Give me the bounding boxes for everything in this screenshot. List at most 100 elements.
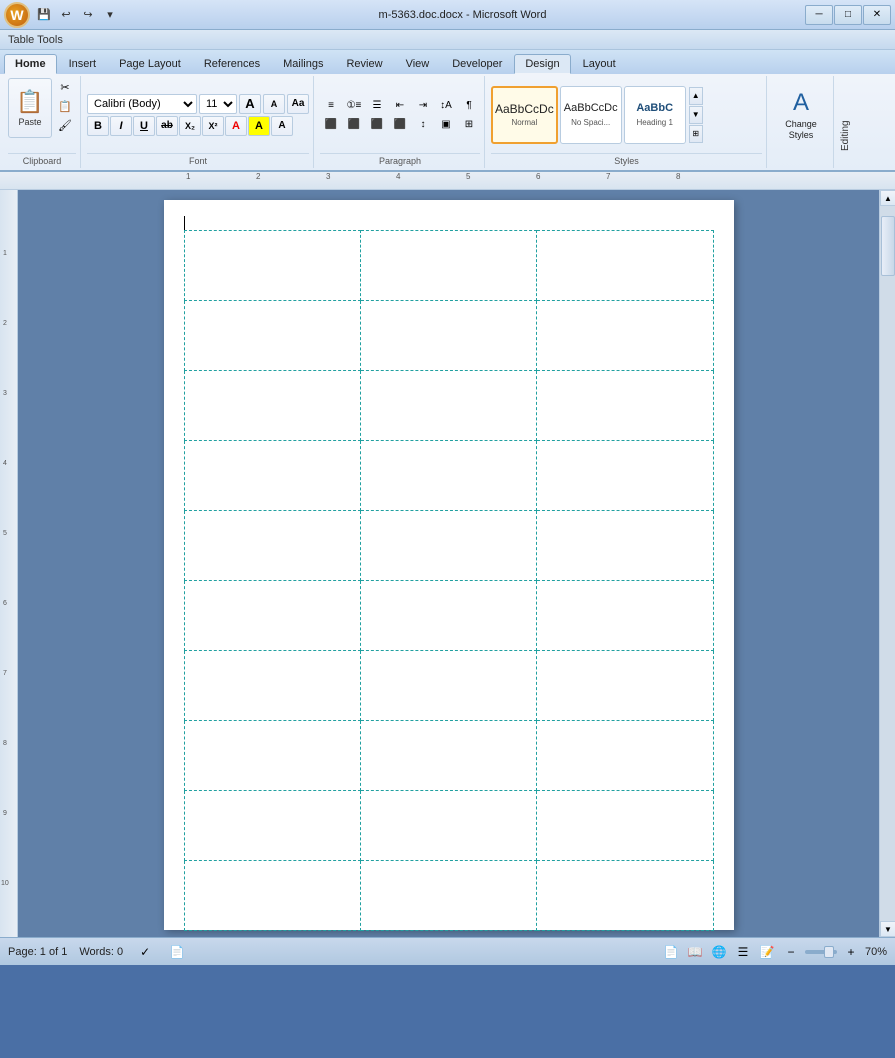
grow-font-btn[interactable]: A [239,94,261,114]
tab-page-layout[interactable]: Page Layout [108,54,192,74]
table-cell-r4c2[interactable] [360,441,536,511]
minimize-btn[interactable]: ─ [805,5,833,25]
full-reading-btn[interactable]: 📖 [685,942,705,962]
maximize-btn[interactable]: □ [834,5,862,25]
tab-home[interactable]: Home [4,54,57,74]
table-cell-r3c3[interactable] [537,371,713,441]
underline-btn[interactable]: U [133,116,155,136]
outline-btn[interactable]: ☰ [733,942,753,962]
table-cell-r10c2[interactable] [360,861,536,931]
font-color-btn[interactable]: A [225,116,247,136]
align-right-btn[interactable]: ⬛ [366,115,388,133]
zoom-track[interactable] [805,950,837,954]
tab-mailings[interactable]: Mailings [272,54,334,74]
table-cell-r9c1[interactable] [184,791,360,861]
tab-design[interactable]: Design [514,54,570,74]
change-styles-button[interactable]: A ChangeStyles [773,84,829,146]
copy-button[interactable]: 📋 [54,97,76,115]
table-cell-r8c2[interactable] [360,721,536,791]
shrink-font-btn[interactable]: A [263,94,285,114]
table-cell-r6c3[interactable] [537,581,713,651]
zoom-out-btn[interactable]: − [781,942,801,962]
draft-btn[interactable]: 📝 [757,942,777,962]
tab-view[interactable]: View [395,54,441,74]
styles-expand[interactable]: ⊞ [689,125,703,143]
table-cell-r7c3[interactable] [537,651,713,721]
save-quick-btn[interactable]: 💾 [34,6,54,24]
show-marks-btn[interactable]: ¶ [458,96,480,114]
bullets-btn[interactable]: ≡ [320,96,342,114]
table-cell-r6c1[interactable] [184,581,360,651]
macro-btn[interactable]: 📄 [167,942,187,962]
table-cell-r3c2[interactable] [360,371,536,441]
undo-quick-btn[interactable]: ↩ [56,6,76,24]
strikethrough-btn[interactable]: ab [156,116,178,136]
table-cell-r1c2[interactable] [360,231,536,301]
tab-insert[interactable]: Insert [58,54,108,74]
table-cell-r10c1[interactable] [184,861,360,931]
scroll-track[interactable] [880,206,895,921]
table-cell-r8c3[interactable] [537,721,713,791]
table-cell-r6c2[interactable] [360,581,536,651]
table-cell-r1c3[interactable] [537,231,713,301]
scroll-thumb[interactable] [881,216,895,276]
redo-quick-btn[interactable]: ↪ [78,6,98,24]
proofing-btn[interactable]: ✓ [135,942,155,962]
table-cell-r8c1[interactable] [184,721,360,791]
decrease-indent-btn[interactable]: ⇤ [389,96,411,114]
table-cell-r7c2[interactable] [360,651,536,721]
document-area[interactable] [18,190,879,937]
line-spacing-btn[interactable]: ↕ [412,115,434,133]
close-btn[interactable]: ✕ [863,5,891,25]
table-cell-r4c3[interactable] [537,441,713,511]
table-cell-r9c3[interactable] [537,791,713,861]
style-no-spacing[interactable]: AaBbCcDc No Spaci... [560,86,622,144]
scroll-up-btn[interactable]: ▲ [880,190,895,206]
paste-button[interactable]: 📋 Paste [8,78,52,138]
scroll-down-btn[interactable]: ▼ [880,921,895,937]
numbering-btn[interactable]: ①≡ [343,96,365,114]
font-name-select[interactable]: Calibri (Body) [87,94,197,114]
subscript-btn[interactable]: X₂ [179,116,201,136]
document-table[interactable] [184,230,714,931]
justify-btn[interactable]: ⬛ [389,115,411,133]
document-page[interactable] [164,200,734,930]
bold-btn[interactable]: B [87,116,109,136]
style-normal[interactable]: AaBbCcDc Normal [491,86,558,144]
styles-scroll-down[interactable]: ▼ [689,106,703,124]
web-layout-btn[interactable]: 🌐 [709,942,729,962]
table-cell-r3c1[interactable] [184,371,360,441]
table-cell-r4c1[interactable] [184,441,360,511]
table-cell-r5c2[interactable] [360,511,536,581]
borders-btn[interactable]: ⊞ [458,115,480,133]
superscript-btn[interactable]: X² [202,116,224,136]
increase-indent-btn[interactable]: ⇥ [412,96,434,114]
italic-btn[interactable]: I [110,116,132,136]
table-cell-r7c1[interactable] [184,651,360,721]
align-center-btn[interactable]: ⬛ [343,115,365,133]
tab-developer[interactable]: Developer [441,54,513,74]
shading-btn[interactable]: ▣ [435,115,457,133]
format-painter-button[interactable]: 🖌 [54,116,76,134]
highlight-btn[interactable]: A [248,116,270,136]
clear-format-btn[interactable]: A [271,116,293,136]
cut-button[interactable]: ✂ [54,78,76,96]
style-heading1[interactable]: AaBbC Heading 1 [624,86,686,144]
table-cell-r1c1[interactable] [184,231,360,301]
table-cell-r2c1[interactable] [184,301,360,371]
sort-btn[interactable]: ↕A [435,96,457,114]
multilevel-btn[interactable]: ☰ [366,96,388,114]
office-button[interactable]: W [4,2,30,28]
align-left-btn[interactable]: ⬛ [320,115,342,133]
zoom-in-btn[interactable]: + [841,942,861,962]
change-case-btn[interactable]: Aa [287,94,309,114]
print-layout-btn[interactable]: 📄 [661,942,681,962]
tab-references[interactable]: References [193,54,271,74]
font-size-select[interactable]: 11 [199,94,237,114]
zoom-thumb[interactable] [824,946,834,958]
table-cell-r10c3[interactable] [537,861,713,931]
styles-scroll-up[interactable]: ▲ [689,87,703,105]
table-cell-r5c3[interactable] [537,511,713,581]
table-cell-r9c2[interactable] [360,791,536,861]
table-cell-r2c3[interactable] [537,301,713,371]
